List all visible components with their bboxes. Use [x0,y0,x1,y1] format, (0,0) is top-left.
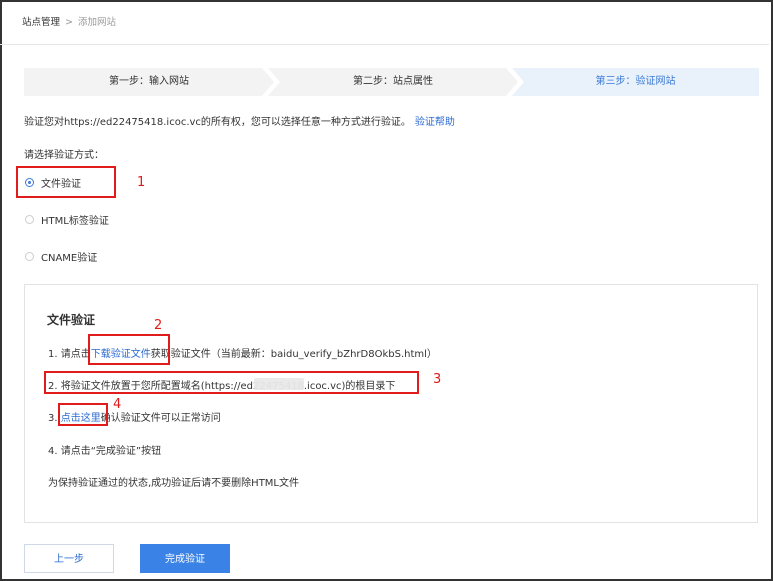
method-html-tag-label: HTML标签验证 [41,216,109,227]
instruction-step-4: 4. 请点击“完成验证”按钮 [48,446,162,457]
annotation-box-2 [88,334,170,365]
panel-title: 文件验证 [47,313,96,327]
breadcrumb-current: 添加网站 [77,17,116,28]
radio-unchecked-icon[interactable] [25,215,34,224]
intro-description: 验证您对https://ed22475418.icoc.vc的所有权，您可以选择… [24,117,411,128]
step-3-suffix: 确认验证文件可以正常访问 [100,413,221,424]
method-cname-option[interactable]: CNAME验证 [25,249,97,264]
breadcrumb: 站点管理 > 添加网站 [22,14,116,28]
intro-text: 验证您对https://ed22475418.icoc.vc的所有权，您可以选择… [24,113,455,128]
step-1: 第一步：输入网站 [24,68,274,96]
annotation-number-4: 4 [113,397,122,412]
annotation-number-1: 1 [137,175,146,190]
keep-file-note: 为保持验证通过的状态,成功验证后请不要删除HTML文件 [48,478,300,489]
breadcrumb-separator: > [65,17,73,28]
step-3-active: 第三步：验证网站 [512,68,759,96]
annotation-box-1 [16,166,116,198]
complete-verification-button[interactable]: 完成验证 [140,544,230,573]
step-2: 第二步：站点属性 [268,68,518,96]
step-1-prefix: 1. 请点击 [48,349,91,360]
breadcrumb-root[interactable]: 站点管理 [22,17,60,28]
choose-method-label: 请选择验证方式： [24,150,104,161]
step-1-suffix: 获取验证文件（当前最新：baidu_verify_bZhrD8OkbS.html… [150,349,437,360]
method-html-tag-option[interactable]: HTML标签验证 [25,212,109,227]
annotation-box-3 [44,371,419,394]
method-cname-label: CNAME验证 [41,253,98,264]
verify-help-link[interactable]: 验证帮助 [415,117,455,128]
annotation-number-2: 2 [154,318,163,333]
previous-step-button[interactable]: 上一步 [24,544,114,573]
header-divider [0,44,769,45]
radio-unchecked-icon[interactable] [25,252,34,261]
step-indicator: 第一步：输入网站 第二步：站点属性 第三步：验证网站 [24,68,759,96]
annotation-number-3: 3 [433,372,442,387]
annotation-box-4 [58,403,108,426]
